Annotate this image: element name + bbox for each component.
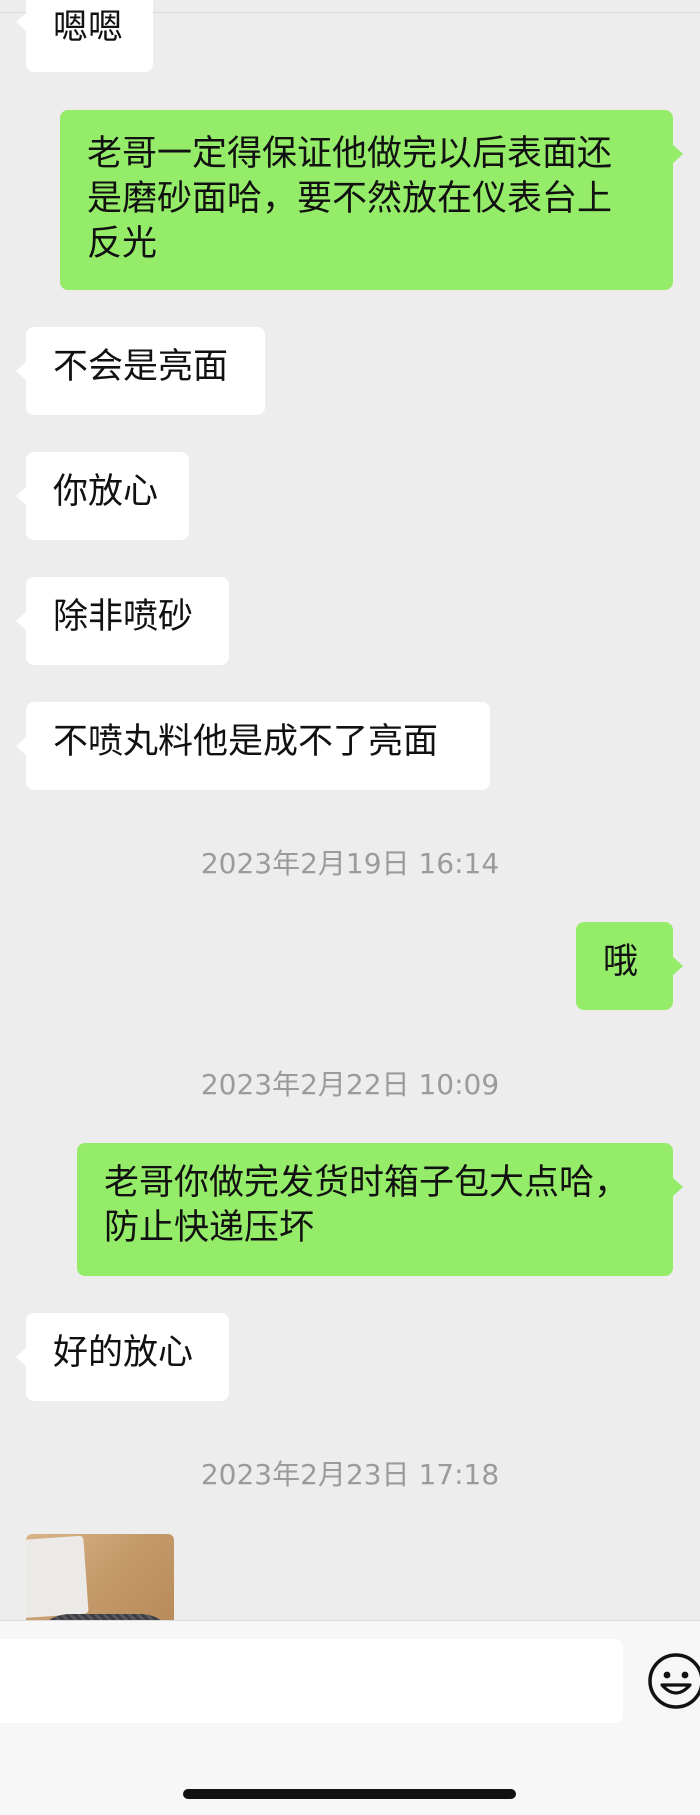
home-indicator xyxy=(183,1789,516,1799)
message-bubble-received[interactable]: 不会是亮面 xyxy=(16,327,265,415)
message-bubble-received[interactable]: 你放心 xyxy=(16,452,189,540)
message-bubble-sent[interactable]: 哦 xyxy=(576,922,683,1010)
image-message-thumbnail[interactable] xyxy=(26,1534,174,1620)
message-bubble-sent[interactable]: 老哥一定得保证他做完以后表面还是磨砂面哈，要不然放在仪表台上反光 xyxy=(60,110,683,290)
message-bubble-received[interactable]: 除非喷砂 xyxy=(16,577,229,665)
emoji-icon[interactable] xyxy=(646,1651,700,1711)
message-bubble-sent[interactable]: 老哥你做完发货时箱子包大点哈，防止快递压坏 xyxy=(77,1143,683,1276)
chat-timestamp: 2023年2月22日 10:09 xyxy=(200,1068,500,1101)
message-bubble-received[interactable]: 好的放心 xyxy=(16,1313,229,1401)
message-bubble-received[interactable]: 嗯嗯 xyxy=(16,0,153,72)
photo-paper-detail xyxy=(26,1535,89,1619)
message-bubble-received[interactable]: 不喷丸料他是成不了亮面 xyxy=(16,702,490,790)
chat-timestamp: 2023年2月19日 16:14 xyxy=(200,847,500,880)
chat-message-list[interactable]: 嗯嗯 老哥一定得保证他做完以后表面还是磨砂面哈，要不然放在仪表台上反光 不会是亮… xyxy=(0,0,700,1620)
chat-timestamp: 2023年2月23日 17:18 xyxy=(200,1458,500,1491)
message-input-bar xyxy=(0,1620,700,1815)
message-input-field[interactable] xyxy=(0,1639,623,1723)
